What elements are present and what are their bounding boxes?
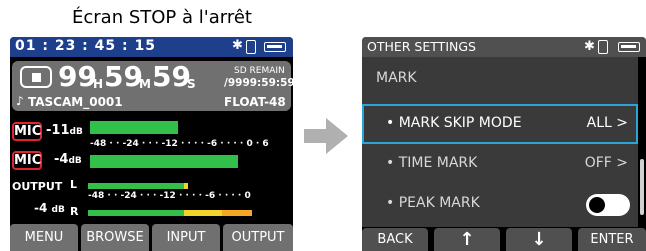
mark-skip-mode-row[interactable]: • MARK SKIP MODE ALL > (362, 104, 638, 144)
back-button[interactable]: BACK (362, 228, 428, 251)
mic1-meter (90, 121, 178, 134)
remain-panel: 99 H 59 M 59 S SD REMAIN /9999:59:59 ♪ T… (12, 60, 293, 111)
output-l-label: L (70, 178, 78, 191)
output-label: OUTPUT (12, 180, 63, 193)
battery-icon (264, 42, 286, 52)
mic2-meter (90, 155, 238, 168)
screen-title: OTHER SETTINGS (367, 39, 476, 54)
phone-icon (246, 40, 256, 54)
up-arrow-button[interactable]: ↑ (434, 228, 500, 251)
remain-hours: 99 (58, 60, 97, 93)
battery-icon (618, 42, 640, 52)
file-name: TASCAM_0001 (28, 95, 123, 109)
scrollbar[interactable] (640, 159, 644, 215)
bluetooth-icon: ✱ (232, 38, 244, 53)
phone-icon (598, 40, 608, 54)
output-button[interactable]: OUTPUT (223, 224, 293, 251)
output-r-orange (222, 210, 252, 216)
sd-remain-total: /9999:59:59 (224, 77, 293, 89)
screen-caption: Écran STOP à l'arrêt (72, 7, 252, 28)
section-header: MARK (376, 70, 417, 86)
output-l-peak (184, 183, 188, 189)
output-r-label: R (70, 205, 79, 218)
output-scale: -48 · · -24 · · · -12 · · · · -6 · · · ·… (88, 191, 251, 201)
left-button-bar: MENU BROWSE INPUT OUTPUT (10, 224, 293, 251)
down-arrow-button[interactable]: ↓ (506, 228, 572, 251)
enter-button[interactable]: ENTER (578, 228, 646, 251)
time-mark-row[interactable]: • TIME MARK OFF > (362, 144, 638, 184)
other-settings-screen: OTHER SETTINGS ✱ MARK • MARK SKIP MODE A… (362, 37, 646, 251)
stop-icon (20, 66, 52, 88)
output-level: -4 dB (34, 201, 65, 215)
peak-mark-toggle[interactable] (586, 194, 630, 216)
right-button-bar: BACK ↑ ↓ ENTER (362, 228, 646, 251)
file-format: FLOAT-48 (224, 95, 286, 109)
settings-list: MARK • MARK SKIP MODE ALL > • TIME MARK … (362, 57, 638, 227)
stop-screen: 01 : 23 : 45 : 15 ✱ 99 H 59 M 59 S SD RE… (10, 37, 293, 251)
status-bar: 01 : 23 : 45 : 15 ✱ (10, 37, 293, 57)
mic-scale: -48 · · -24 · · · -12 · · · · -6 · · · ·… (90, 139, 269, 149)
mic1-label[interactable]: MIC (12, 122, 42, 141)
mic1-level: -11dB (46, 123, 83, 138)
remain-seconds: 59 (152, 60, 191, 93)
mic2-label[interactable]: MIC (12, 151, 42, 170)
peak-mark-row[interactable]: • PEAK MARK (362, 184, 638, 224)
bluetooth-icon: ✱ (584, 39, 595, 54)
menu-button[interactable]: MENU (10, 224, 78, 251)
output-r-yellow (184, 210, 222, 216)
timecode: 01 : 23 : 45 : 15 (15, 38, 156, 54)
output-r-meter (88, 210, 184, 216)
input-button[interactable]: INPUT (152, 224, 220, 251)
remain-minutes: 59 (104, 60, 143, 93)
sd-remain-label: SD REMAIN (234, 66, 285, 76)
mic2-level: -4dB (54, 152, 82, 167)
browse-button[interactable]: BROWSE (81, 224, 149, 251)
output-l-meter (88, 183, 184, 189)
title-bar: OTHER SETTINGS ✱ (362, 37, 646, 57)
note-icon: ♪ (16, 94, 24, 108)
